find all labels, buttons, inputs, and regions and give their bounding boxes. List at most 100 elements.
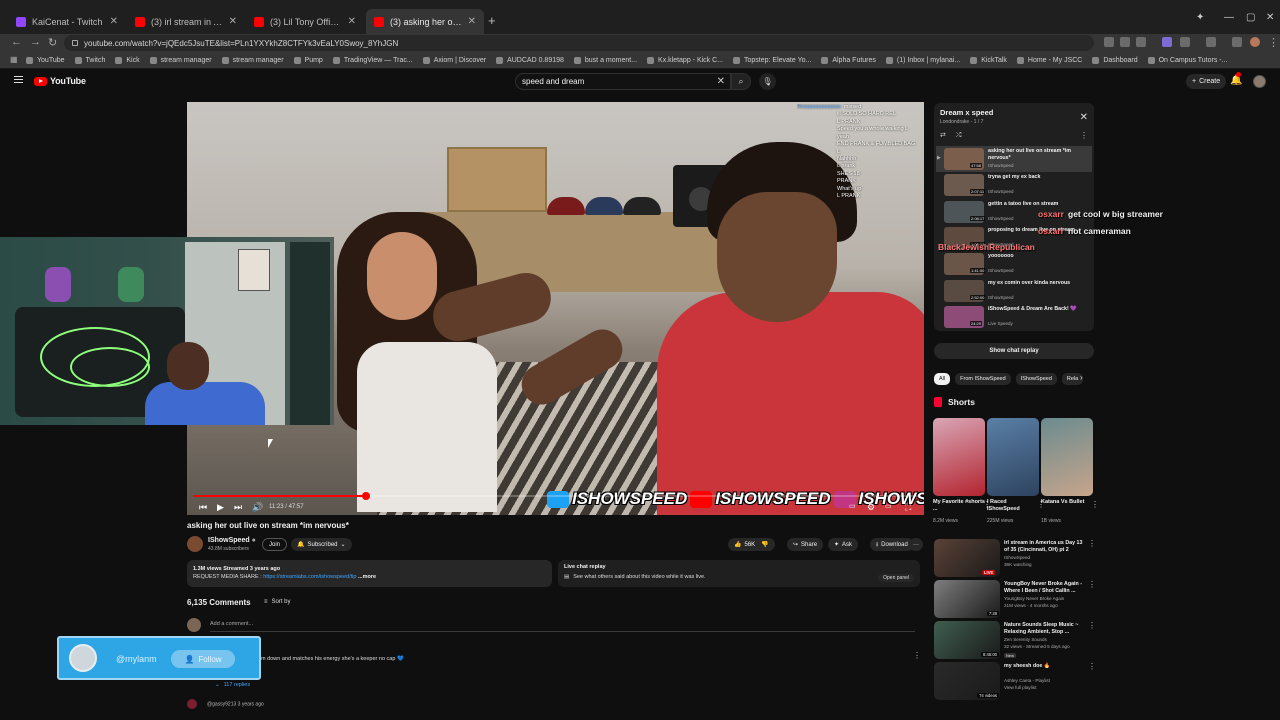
play-icon[interactable]: ▶	[217, 502, 224, 513]
search-input[interactable]: speed and dream ✕	[515, 73, 731, 90]
show-more-button[interactable]: ...more	[358, 574, 376, 580]
playlist-item[interactable]: 2:07:11 tryna get my ex back IShowSpeed	[936, 172, 1092, 198]
recommended-menu-icon[interactable]: ⋮	[1088, 539, 1096, 548]
download-button[interactable]: ⭳ Download	[870, 538, 914, 551]
open-panel-button[interactable]: Open panel	[878, 574, 914, 582]
close-tab-icon[interactable]: ✕	[229, 16, 237, 27]
bookmark-item[interactable]: Kick	[115, 56, 140, 64]
short-thumbnail[interactable]	[987, 418, 1039, 496]
bookmark-star-icon[interactable]	[1136, 37, 1146, 47]
loop-icon[interactable]: ⇄	[940, 132, 946, 139]
description-link[interactable]: https://streamlabs.com/ishowspeed/tip	[263, 574, 356, 580]
browser-tab-lil-tony[interactable]: (3) Lil Tony Official x Nino ✕	[246, 9, 364, 34]
progress-scrubber[interactable]	[362, 492, 371, 500]
profile-menu-icon[interactable]	[1232, 37, 1242, 47]
short-title[interactable]: Katana Vs Bullet	[1041, 499, 1093, 506]
create-button[interactable]: + Create	[1186, 74, 1227, 89]
close-playlist-icon[interactable]: ✕	[1080, 112, 1088, 123]
playlist-menu-icon[interactable]: ⋮	[1080, 131, 1088, 140]
chip-from-channel[interactable]: From IShowSpeed	[955, 373, 1011, 385]
bookmark-item[interactable]: Twitch	[74, 56, 105, 64]
bookmark-item[interactable]: AUDCAD 0.89198	[496, 56, 564, 64]
back-icon[interactable]: ←	[11, 36, 22, 48]
new-tab-icon[interactable]: +	[488, 13, 496, 28]
notifications-bell-icon[interactable]: 🔔	[1230, 72, 1242, 86]
zoom-icon[interactable]	[1120, 37, 1130, 47]
bookmark-item[interactable]: KickTalk	[970, 56, 1007, 64]
ask-button[interactable]: ✦ Ask	[828, 538, 859, 551]
commenter-avatar[interactable]	[187, 699, 197, 709]
bookmark-item[interactable]: bust a moment...	[573, 56, 637, 64]
subscribed-button[interactable]: 🔔 Subscribed ⌄	[291, 538, 352, 551]
apps-grid-icon[interactable]: ▦	[10, 55, 18, 64]
recommended-video[interactable]: LIVE irl stream in America us Day 13 of 3…	[934, 539, 1096, 577]
recommended-menu-icon[interactable]: ⋮	[1088, 621, 1096, 630]
playlist-title[interactable]: Dream x speed	[940, 108, 1088, 117]
bookmark-item[interactable]: stream manager	[221, 56, 284, 64]
chip-channel[interactable]: IShowSpeed	[1015, 373, 1057, 385]
voice-search-button[interactable]: 🎙	[759, 73, 776, 90]
subtitles-icon[interactable]: ▭	[849, 502, 856, 510]
playlist-item[interactable]: 24:29 iShowSpeed & Dream Are Back! 💜 Live …	[936, 304, 1092, 330]
reload-icon[interactable]: ↻	[48, 36, 57, 49]
playlist-item[interactable]: 2:52:00 my ex comin over kinda nervous ISh…	[936, 278, 1092, 304]
close-tab-icon[interactable]: ✕	[468, 16, 476, 27]
bookmark-item[interactable]: (1) Inbox | mylanai...	[885, 56, 960, 64]
more-actions-button[interactable]: ···	[909, 538, 923, 551]
recommended-video[interactable]: 8:45:00 Nature Sounds Sleep Music ~ Relax…	[934, 621, 1096, 659]
fullscreen-icon[interactable]: ⛶	[905, 502, 911, 513]
bookmark-item[interactable]: TradingView — Trac...	[332, 56, 413, 64]
bookmark-item[interactable]: YouTube	[26, 56, 65, 64]
shuffle-icon[interactable]: ⤮	[956, 132, 962, 139]
bookmark-item[interactable]: stream manager	[149, 56, 212, 64]
close-tab-icon[interactable]: ✕	[348, 16, 356, 27]
short-thumbnail[interactable]	[1041, 418, 1093, 496]
channel-avatar[interactable]	[187, 536, 203, 552]
browser-menu-icon[interactable]: ⋮	[1268, 36, 1279, 49]
browser-tab-kaicenat[interactable]: KaiCenat - Twitch ✕	[8, 9, 126, 34]
share-button[interactable]: ↪ Share	[787, 538, 824, 551]
close-window-icon[interactable]: ✕	[1266, 12, 1274, 23]
comment-menu-icon[interactable]: ⋮	[913, 651, 921, 660]
chip-all[interactable]: All	[934, 373, 951, 385]
bookmark-item[interactable]: Axiom | Discover	[422, 56, 486, 64]
profile-avatar-icon[interactable]	[1250, 37, 1260, 47]
bookmark-item[interactable]: Alpha Futures	[821, 56, 876, 64]
add-comment-input[interactable]: Add a comment...	[210, 621, 253, 627]
view-replies-button[interactable]: ⌄ 117 replies	[215, 682, 250, 688]
site-info-icon[interactable]	[72, 40, 78, 46]
follow-button[interactable]: 👤 Follow	[171, 650, 235, 668]
install-app-icon[interactable]	[1104, 37, 1114, 47]
next-icon[interactable]: ⏭	[234, 502, 242, 513]
browser-tab-active[interactable]: (3) asking her out live on stre ✕	[366, 9, 484, 34]
minimize-icon[interactable]: —	[1224, 12, 1234, 23]
like-dislike-button[interactable]: 👍 56K 👎	[728, 538, 775, 551]
chevron-right-icon[interactable]: ›	[1080, 373, 1083, 382]
short-thumbnail[interactable]	[933, 418, 985, 496]
channel-name[interactable]: IShowSpeed ●	[208, 537, 256, 544]
sort-comments-button[interactable]: ≡ Sort by	[264, 599, 291, 605]
progress-bar[interactable]	[193, 492, 918, 500]
address-bar[interactable]: youtube.com/watch?v=jQEdc5JsuTE&list=PLn…	[64, 35, 1094, 51]
extensions-puzzle-icon[interactable]	[1180, 37, 1190, 47]
recommended-video[interactable]: 7:28 YoungBoy Never Broke Again - Where I…	[934, 580, 1096, 618]
bookmark-item[interactable]: Kx.kletapp - Kick C...	[647, 56, 723, 64]
previous-icon[interactable]: ⏮	[199, 502, 207, 513]
volume-icon[interactable]: 🔊	[252, 502, 263, 513]
browser-tab-irl-stream[interactable]: (3) irl stream in America us Da ✕	[127, 9, 245, 34]
bookmark-item[interactable]: Dashboard	[1092, 56, 1138, 64]
playlist-item[interactable]: ▶ 47:58 asking her out live on stream *im …	[936, 146, 1092, 172]
settings-gear-icon[interactable]: ⚙	[867, 502, 875, 513]
short-title[interactable]: I Raced IShowSpeed	[987, 499, 1039, 514]
description-box[interactable]: 1.3M views Streamed 3 years ago REQUEST …	[187, 560, 552, 587]
bookmark-item[interactable]: On Campus Tutors -...	[1147, 56, 1227, 64]
playlist-item[interactable]: 1:41:00 yooooooo IShowSpeed	[936, 251, 1092, 277]
clear-search-icon[interactable]: ✕	[717, 76, 725, 87]
recommended-video[interactable]: 74 videos my sheesh doe 🔥 Ashley Caeta - P…	[934, 662, 1096, 700]
extension-icon[interactable]	[1162, 37, 1172, 47]
recommended-menu-icon[interactable]: ⋮	[1088, 580, 1096, 589]
commenter-name[interactable]: @gassy9213 3 years ago	[207, 701, 264, 707]
bookmark-item[interactable]: Topstep: Elevate Yo...	[733, 56, 811, 64]
theater-mode-icon[interactable]: ▭	[885, 502, 892, 510]
account-avatar[interactable]	[1253, 75, 1266, 88]
